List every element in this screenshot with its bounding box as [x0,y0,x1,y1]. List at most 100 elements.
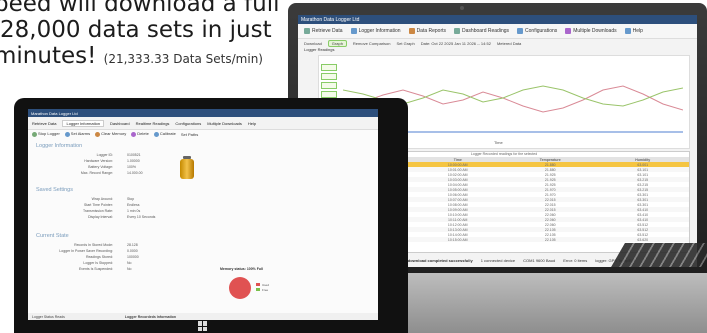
table-cell: 63.301 [637,192,649,197]
table-cell: 21.925 [544,177,556,182]
table-cell: 63.215 [637,187,649,192]
legend-item[interactable] [321,64,337,71]
table-cell: 63.410 [637,207,649,212]
info-key: Records In Stored Mode: [74,243,113,247]
tab-dashboard[interactable]: Dashboard [110,121,130,126]
info-value: 1 min 0s [127,209,141,213]
download-icon [565,28,572,34]
table-cell: 10:08:00 AM [447,202,468,207]
table-cell: 21.970 [544,187,556,192]
table-cell: 63.215 [637,177,649,182]
table-cell: 10:07:00 AM [447,197,468,202]
headline-line-2: 28,000 data sets in just [0,17,272,43]
chart-xlabel: Time [494,140,503,145]
legend-item[interactable] [321,82,337,89]
info-key: Start Time Pointer: [84,203,113,207]
info-value: 0.0000 [127,249,138,253]
info-row: Readings Stored: 100000 [58,255,139,259]
tab-multiple-downloads[interactable]: Multiple Downloads [207,121,242,126]
set-paths-button[interactable]: Set Paths [181,132,198,137]
col-humidity[interactable]: Humidity [597,158,690,162]
stop-logger-button[interactable]: Stop Logger [32,131,60,137]
toolbar-logger-information[interactable]: Logger Information [350,28,401,34]
table-cell: 63.001 [637,162,649,167]
info-key: Display Interval: [88,215,113,219]
info-key: Transmission Rate: [82,209,113,213]
toolbar-dashboard-readings[interactable]: Dashboard Readings [454,28,509,34]
subbar-remove-comparison[interactable]: Remove Comparison [353,41,391,46]
tab-realtime-readings[interactable]: Realtime Readings [136,121,170,126]
clear-memory-button[interactable]: Clear Memory [95,131,126,137]
table-cell: 10:02:00 AM [447,172,468,177]
info-row: Wrap Around: Stop [58,197,135,201]
tablet-screen: Marathon Data Logger Ltd Retrieve Data L… [28,109,378,320]
report-icon [408,28,415,34]
subbar-date-range[interactable]: Date: Oct 22 2025 Jan 11 2026 -- 14:52 [421,41,491,46]
headline: peed will download a full 28,000 data se… [0,0,280,72]
info-key: Logger Is Stopped: [83,261,113,265]
info-value: 14.000.00 [127,171,143,175]
window-title: Marathon Data Logger Ltd [301,16,360,23]
info-key: Max. Record Range: [80,171,113,175]
toolbar-multiple-downloads[interactable]: Multiple Downloads [565,28,617,34]
status-message: Data download completed successfully [398,257,473,263]
status-errors: Error: 0 items [563,257,588,263]
set-alarms-button[interactable]: Set Alarms [64,131,90,137]
table-cell: 21.880 [544,167,556,172]
chart-tab[interactable]: Logger Readings [304,47,697,53]
table-cell: 10:15:00 AM [447,237,468,242]
subbar-set-graph[interactable]: Set Graph [397,41,415,46]
info-row: Start Time Pointer: Endless [58,203,139,207]
toolbar-data-reports[interactable]: Data Reports [408,28,446,34]
section-saved-settings: Saved Settings [36,187,73,193]
info-row: Events Is Suspended: No [58,267,132,271]
headline-line-3-main: minutes! [0,43,97,69]
subbar-download[interactable]: Download [304,41,322,46]
help-icon [624,28,631,34]
calibrate-button[interactable]: Calibrate [153,131,176,137]
info-value: 0100521 [127,153,141,157]
battery-icon [180,156,194,179]
delete-icon [131,131,137,137]
toolbar-configurations[interactable]: Configurations [517,28,557,34]
table-cell: 63.410 [637,217,649,222]
info-key: Hardware Version: [84,159,113,163]
headline-rate: (21,333.33 Data Sets/min) [103,52,263,66]
table-cell: 63.410 [637,212,649,217]
toolbar-retrieve-data[interactable]: Retrieve Data [304,28,343,34]
info-row: Logger In Power Saver Recording: 0.0000 [58,249,138,253]
subbar-graph[interactable]: Graph [327,39,347,47]
toolbar-help[interactable]: Help [624,28,643,34]
pie-legend: Used Free [256,283,269,293]
subbar-metered-data[interactable]: Metered Data [497,41,521,46]
legend-item[interactable] [321,91,337,98]
info-row: Logger ID: 0100521 [58,153,141,157]
table-cell: 10:12:00 AM [447,222,468,227]
section-logger-information: Logger Information [36,143,83,149]
table-cell: 10:03:00 AM [447,177,468,182]
table-cell: 22.060 [544,217,556,222]
table-cell: 10:01:00 AM [447,167,468,172]
status-port: COM1 9600 Baud [523,257,556,263]
tab-logger-information[interactable]: Logger Information [62,119,105,127]
info-row: Hardware Version: 1.00000 [58,159,140,163]
table-cell: 21.925 [544,172,556,177]
table-cell: 10:05:00 AM [447,187,468,192]
headline-line-3: minutes! (21,333.33 Data Sets/min) [0,43,280,72]
info-value: 100% [127,165,136,169]
table-cell: 22.105 [544,227,556,232]
windows-logo-icon[interactable] [198,321,208,331]
battery-cap [183,156,191,159]
tab-retrieve-data[interactable]: Retrieve Data [32,121,56,126]
table-cell: 22.060 [544,212,556,217]
col-time[interactable]: Time [412,158,505,162]
stop-icon [32,131,37,137]
legend-item[interactable] [321,73,337,80]
info-row: Records In Stored Mode: 28.128 [58,243,138,247]
col-temperature[interactable]: Temperature [504,158,597,162]
tab-configurations[interactable]: Configurations [175,121,201,126]
delete-button[interactable]: Delete [131,131,149,137]
info-row: Display Interval: Every 10 Seconds [58,215,155,219]
tab-help[interactable]: Help [248,121,256,126]
info-value: 1.00000 [127,159,140,163]
